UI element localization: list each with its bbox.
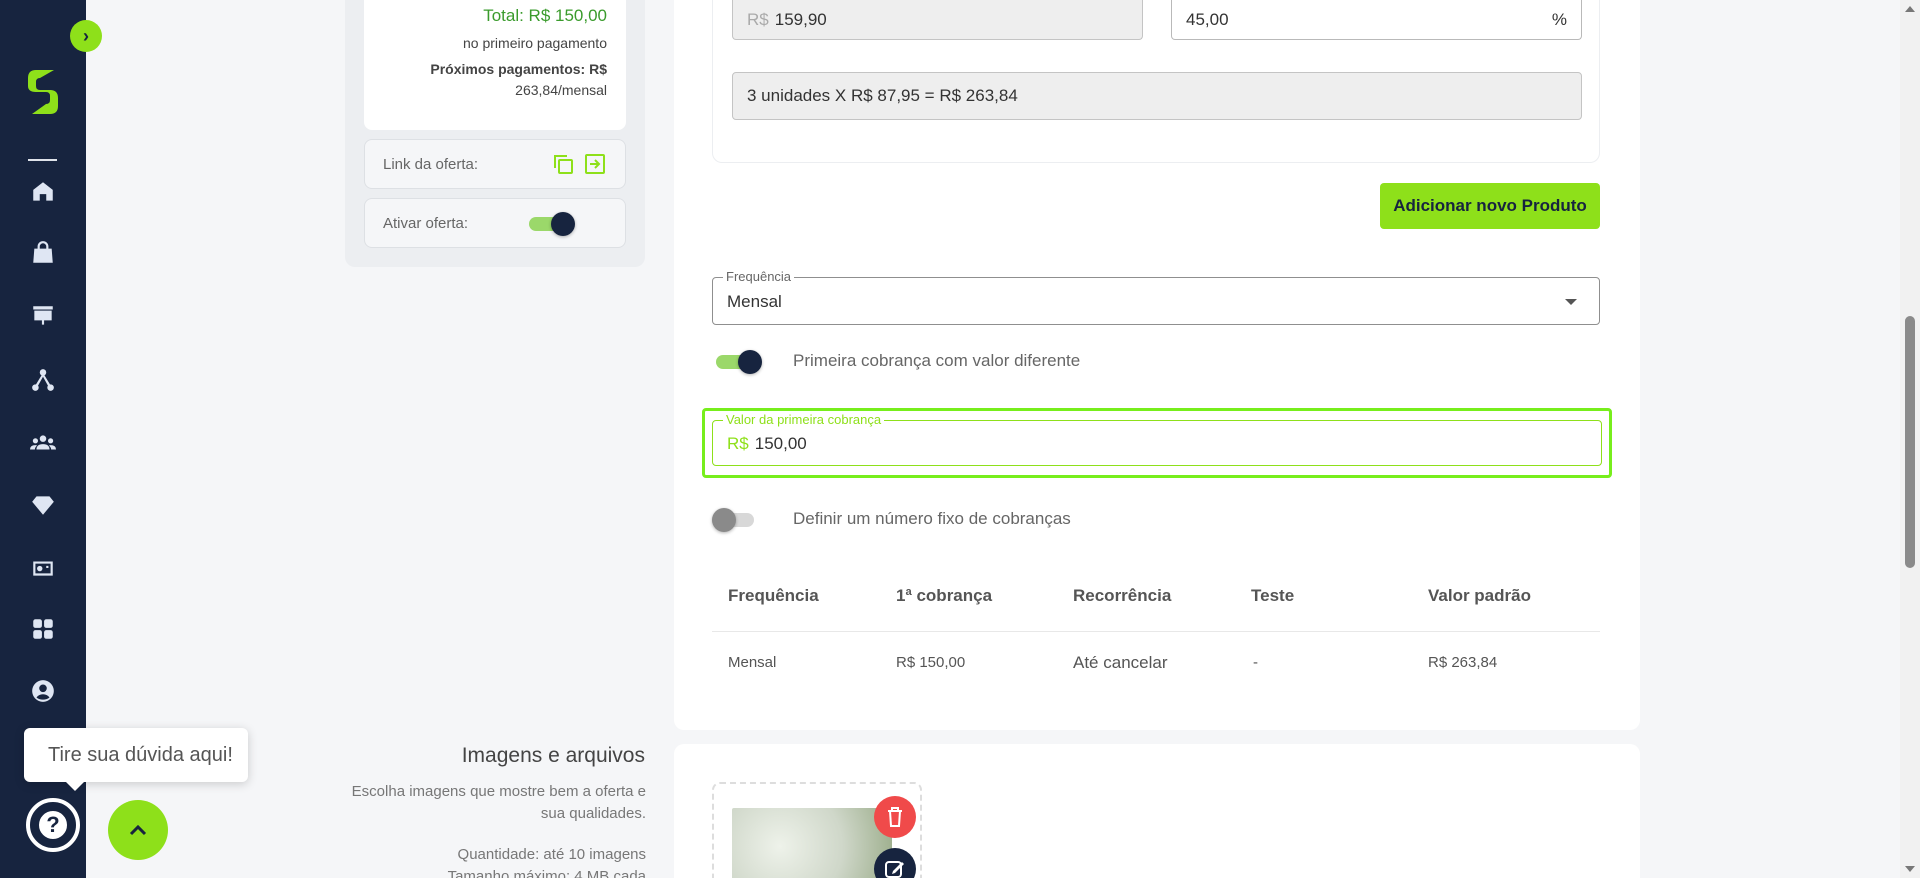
price-value: 159,90	[774, 9, 827, 29]
copy-icon[interactable]	[551, 152, 575, 176]
delete-image-button[interactable]	[874, 796, 916, 838]
home-icon[interactable]	[26, 175, 60, 209]
apps-icon[interactable]	[26, 612, 60, 646]
header-first-charge: 1ª cobrança	[896, 586, 993, 605]
discount-field[interactable]: 45,00 %	[1171, 0, 1582, 40]
discount-value: 45,00	[1186, 9, 1229, 29]
first-payment-note: no primeiro pagamento	[463, 35, 607, 51]
cell-trial: -	[1253, 654, 1258, 671]
scroll-down-arrow-icon[interactable]	[1905, 866, 1915, 872]
add-product-button[interactable]: Adicionar novo Produto	[1380, 183, 1600, 229]
product-item-card: R$ 159,90 45,00 % 3 unidades X R$ 87,95 …	[712, 0, 1600, 163]
logo-icon	[28, 70, 58, 114]
offer-summary-card: Total: R$ 150,00 no primeiro pagamento P…	[345, 0, 645, 267]
scroll-up-arrow-icon[interactable]	[1905, 6, 1915, 12]
price-field: R$ 159,90	[732, 0, 1143, 40]
offer-link-row: Link da oferta:	[364, 139, 626, 189]
image-dropzone[interactable]	[712, 782, 922, 878]
images-size-line: Tamanho máximo: 4 MB cada	[447, 868, 646, 878]
cell-frequency: Mensal	[728, 654, 777, 671]
frequency-select[interactable]: Frequência Mensal	[712, 269, 1600, 325]
sidebar-divider	[28, 159, 57, 161]
images-desc-line2: sua qualidades.	[540, 805, 646, 822]
trash-icon	[888, 807, 902, 827]
edit-image-button[interactable]	[874, 848, 916, 878]
offer-link-label: Link da oferta:	[383, 155, 479, 173]
images-section-title: Imagens e arquivos	[461, 744, 645, 767]
first-charge-toggle-row: Primeira cobrança com valor diferente	[716, 349, 1081, 374]
units-summary-field: 3 unidades X R$ 87,95 = R$ 263,84	[732, 72, 1582, 120]
charges-summary-table: Frequência 1ª cobrança Recorrência Teste…	[712, 560, 1600, 692]
cell-recurrence: Até cancelar	[1073, 653, 1168, 672]
fixed-charges-toggle[interactable]	[712, 507, 762, 532]
cell-first-charge: R$ 150,00	[896, 654, 966, 671]
presentation-icon[interactable]	[26, 299, 60, 333]
fixed-charges-toggle-label: Definir um número fixo de cobranças	[793, 509, 1071, 528]
table-row: Mensal R$ 150,00 Até cancelar - R$ 263,8…	[712, 632, 1600, 692]
first-charge-prefix: R$	[727, 434, 749, 453]
frequency-value: Mensal	[727, 292, 782, 311]
header-frequency: Frequência	[728, 586, 819, 605]
cell-default-value: R$ 263,84	[1428, 654, 1498, 671]
chevron-right-icon: ›	[83, 25, 89, 46]
first-charge-toggle[interactable]	[716, 349, 766, 374]
activate-offer-label: Ativar oferta:	[383, 214, 469, 232]
total-box: Total: R$ 150,00 no primeiro pagamento P…	[364, 0, 626, 130]
open-link-icon[interactable]	[583, 152, 607, 176]
header-default-value: Valor padrão	[1428, 586, 1531, 605]
chevron-up-icon	[129, 824, 147, 836]
activate-offer-row: Ativar oferta:	[364, 198, 626, 248]
diamond-icon[interactable]	[26, 488, 60, 522]
scrollbar-thumb[interactable]	[1905, 316, 1915, 568]
page-scrollbar[interactable]	[1900, 0, 1920, 878]
sidebar-expand-button[interactable]: ›	[70, 20, 102, 52]
help-tooltip: Tire sua dúvida aqui!	[24, 728, 248, 791]
discount-unit: %	[1551, 9, 1567, 29]
first-charge-value: 150,00	[754, 434, 807, 453]
product-settings-card: R$ 159,90 45,00 % 3 unidades X R$ 87,95 …	[674, 0, 1640, 730]
images-desc-line1: Escolha imagens que mostre bem a oferta …	[351, 783, 646, 800]
first-charge-highlight: Valor da primeira cobrança R$ 150,00	[702, 408, 1612, 478]
price-prefix: R$	[747, 9, 769, 29]
bag-icon[interactable]	[26, 236, 60, 270]
network-icon[interactable]	[26, 363, 60, 397]
dropdown-caret-icon	[1565, 299, 1577, 305]
first-charge-input[interactable]: Valor da primeira cobrança R$ 150,00	[712, 412, 1602, 466]
users-icon[interactable]	[26, 426, 60, 460]
header-trial: Teste	[1251, 586, 1295, 605]
account-icon[interactable]	[26, 674, 60, 708]
table-header: Frequência 1ª cobrança Recorrência Teste…	[712, 560, 1600, 632]
units-summary: 3 unidades X R$ 87,95 = R$ 263,84	[747, 86, 1018, 105]
question-icon: ?	[36, 808, 70, 842]
images-card	[674, 744, 1640, 878]
first-charge-toggle-label: Primeira cobrança com valor diferente	[793, 351, 1081, 370]
activate-offer-toggle[interactable]	[529, 211, 579, 236]
next-payments-label: Próximos pagamentos: R$	[430, 61, 607, 77]
scroll-top-button[interactable]	[108, 800, 168, 860]
help-button[interactable]: ?	[26, 798, 80, 852]
image-thumbnail	[732, 808, 892, 878]
fixed-charges-toggle-row: Definir um número fixo de cobranças	[712, 507, 1071, 532]
edit-icon	[885, 861, 904, 878]
total-amount: Total: R$ 150,00	[483, 6, 607, 25]
header-recurrence: Recorrência	[1073, 586, 1172, 605]
images-qty-line: Quantidade: até 10 imagens	[457, 846, 646, 863]
wallet-icon[interactable]	[26, 551, 60, 585]
frequency-label: Frequência	[723, 269, 795, 285]
next-payments-value: 263,84/mensal	[515, 82, 607, 98]
first-charge-label: Valor da primeira cobrança	[723, 412, 885, 428]
